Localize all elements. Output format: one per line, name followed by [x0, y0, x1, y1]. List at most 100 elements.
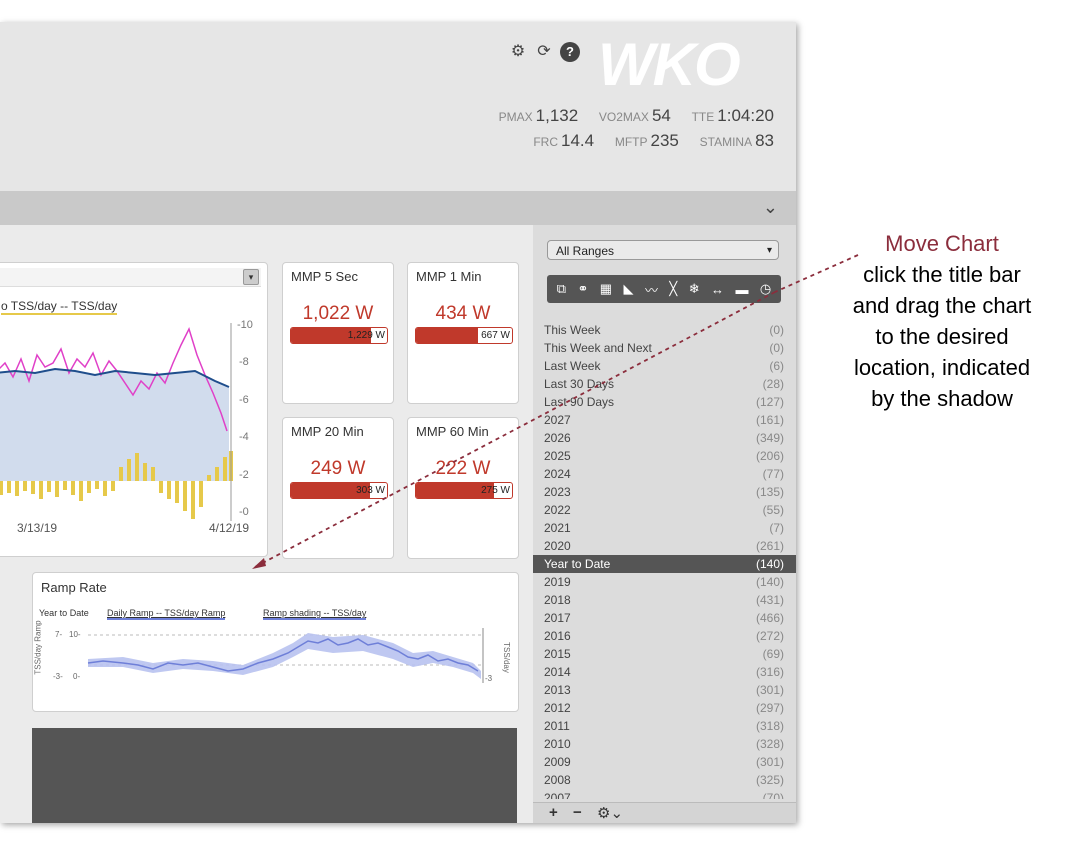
metrics-row-2: FRC 14.4 MFTP 235 STAMINA 83	[483, 129, 774, 154]
annotation-line-5: by the shadow	[871, 386, 1013, 411]
stopwatch-icon[interactable]: ◷	[760, 281, 771, 297]
arrows-icon[interactable]: ↔	[711, 282, 724, 297]
range-item[interactable]: 2007 (70)	[533, 789, 796, 799]
range-label: 2011	[544, 719, 570, 733]
range-item[interactable]: 2023 (135)	[533, 483, 796, 501]
range-item[interactable]: 2008 (325)	[533, 771, 796, 789]
vo2max-label: VO2MAX	[598, 110, 649, 124]
range-item-selected[interactable]: Year to Date (140)	[533, 555, 796, 573]
bike-icon[interactable]: ⚭	[577, 281, 588, 297]
range-item[interactable]: Last 30 Days (28)	[533, 375, 796, 393]
pmc-x-tick-1: 3/13/19	[17, 521, 58, 535]
range-count: (206)	[755, 449, 784, 463]
ctl-area	[0, 369, 229, 481]
range-item[interactable]: 2014 (316)	[533, 663, 796, 681]
range-count: (127)	[755, 395, 784, 409]
mmp-card-1min[interactable]: MMP 1 Min 434 W 667 W	[407, 262, 519, 404]
range-filter-select[interactable]: All Ranges ▾	[547, 240, 779, 260]
pmc-plot	[0, 323, 233, 521]
annotation-title: Move Chart	[885, 231, 999, 256]
range-item[interactable]: 2019 (140)	[533, 573, 796, 591]
date-range-sidebar: All Ranges ▾ ⧉ ⚭ ▦ ◣ 〰 ╳ ❄ ↔ ▬ ◷ This We…	[533, 225, 796, 823]
mmp-value: 434 W	[435, 303, 491, 324]
range-count: (69)	[762, 647, 784, 661]
calendar-icon[interactable]: ▦	[600, 281, 612, 297]
range-item[interactable]: 2022 (55)	[533, 501, 796, 519]
frc-label: FRC	[533, 135, 559, 149]
frc-value: 14.4	[561, 131, 595, 150]
range-count: (318)	[755, 719, 784, 733]
range-item[interactable]: 2021 (7)	[533, 519, 796, 537]
run-shoe-icon[interactable]: ◣	[624, 281, 634, 297]
range-count: (28)	[762, 377, 784, 391]
range-item[interactable]: 2010 (328)	[533, 735, 796, 753]
mmp-bar: 667 W	[415, 327, 513, 344]
range-item[interactable]: This Week and Next (0)	[533, 339, 796, 357]
mmp-value: 1,022 W	[302, 303, 374, 324]
range-item[interactable]: 2013 (301)	[533, 681, 796, 699]
range-item[interactable]: 2024 (77)	[533, 465, 796, 483]
range-item[interactable]: Last 90 Days (127)	[533, 393, 796, 411]
mmp-value: 249 W	[310, 458, 366, 479]
add-range-button[interactable]: +	[549, 804, 558, 821]
ramp-rate-chart-card[interactable]: Ramp Rate Year to Date Daily Ramp -- TSS…	[32, 572, 519, 712]
range-label: 2009	[544, 755, 571, 769]
annotation-line-4: location, indicated	[853, 355, 1031, 380]
mmp-card-20min[interactable]: MMP 20 Min 249 W 303 W	[282, 417, 394, 559]
range-item[interactable]: 2027 (161)	[533, 411, 796, 429]
range-item[interactable]: This Week (0)	[533, 321, 796, 339]
range-item[interactable]: 2018 (431)	[533, 591, 796, 609]
chevron-down-icon[interactable]: ⌄	[763, 197, 778, 218]
range-label: 2013	[544, 683, 571, 697]
range-label: 2025	[544, 449, 571, 463]
range-item[interactable]: 2015 (69)	[533, 645, 796, 663]
range-item[interactable]: 2011 (318)	[533, 717, 796, 735]
mmp-card-title: MMP 1 Min	[416, 269, 482, 284]
mmp-value: 222 W	[435, 458, 491, 479]
copy-icon[interactable]: ⧉	[557, 281, 566, 297]
range-count: (328)	[755, 737, 784, 751]
snowflake-icon[interactable]: ❄	[689, 281, 700, 297]
range-label: 2024	[544, 467, 571, 481]
chart-area: ▾ o TSS/day -- TSS/day -10 -8 -6 -4 -2 -…	[0, 225, 533, 823]
ski-icon[interactable]: ╳	[669, 281, 677, 297]
mmp-card-title: MMP 5 Sec	[291, 269, 358, 284]
swim-icon[interactable]: 〰	[645, 280, 658, 299]
rower-icon[interactable]: ▬	[735, 282, 748, 297]
mmp-card-title: MMP 60 Min	[416, 424, 489, 439]
range-count: (135)	[755, 485, 784, 499]
pmc-x-tick-2: 4/12/19	[209, 521, 250, 535]
help-icon[interactable]: ?	[560, 42, 580, 62]
range-item[interactable]: 2012 (297)	[533, 699, 796, 717]
gear-icon[interactable]: ⚙	[508, 42, 528, 62]
pmc-y-tick-6: -6	[239, 394, 249, 406]
annotation-line-2: and drag the chart	[852, 293, 1032, 318]
range-item[interactable]: 2025 (206)	[533, 447, 796, 465]
range-item[interactable]: 2020 (261)	[533, 537, 796, 555]
range-count: (70)	[762, 791, 784, 799]
range-count: (6)	[769, 359, 784, 373]
mmp-card-5sec[interactable]: MMP 5 Sec 1,022 W 1,229 W	[282, 262, 394, 404]
pmc-chart-card[interactable]: ▾ o TSS/day -- TSS/day -10 -8 -6 -4 -2 -…	[0, 262, 268, 557]
tte-value: 1:04:20	[717, 106, 774, 125]
range-item[interactable]: 2026 (349)	[533, 429, 796, 447]
range-count: (77)	[762, 467, 784, 481]
annotation-line-3: to the desired	[875, 324, 1009, 349]
range-item[interactable]: 2009 (301)	[533, 753, 796, 771]
range-item[interactable]: 2017 (466)	[533, 609, 796, 627]
range-item[interactable]: 2016 (272)	[533, 627, 796, 645]
range-item[interactable]: Last Week (6)	[533, 357, 796, 375]
range-label: 2015	[544, 647, 571, 661]
refresh-icon[interactable]: ⟳	[534, 42, 554, 62]
range-label: 2020	[544, 539, 571, 553]
range-settings-button[interactable]: ⚙⌄	[597, 804, 623, 822]
mmp-card-60min[interactable]: MMP 60 Min 222 W 275 W	[407, 417, 519, 559]
range-count: (466)	[755, 611, 784, 625]
stamina-label: STAMINA	[699, 135, 753, 149]
range-count: (140)	[755, 575, 784, 589]
range-label: Last 90 Days	[544, 395, 615, 409]
toolbar: ⌄	[0, 191, 796, 225]
range-count: (0)	[769, 323, 784, 337]
remove-range-button[interactable]: −	[573, 804, 582, 821]
range-label: 2017	[544, 611, 571, 625]
